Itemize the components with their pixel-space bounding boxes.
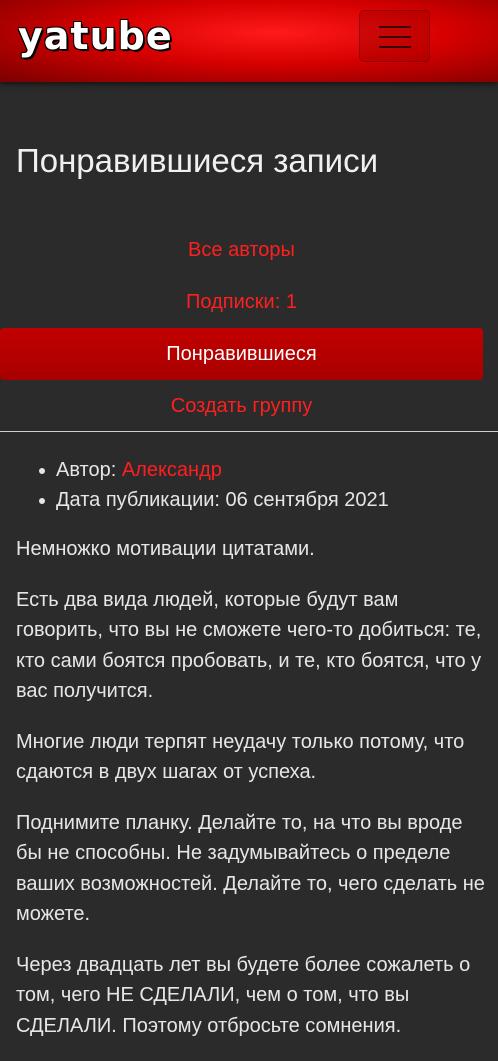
tab-create-group[interactable]: Создать группу: [0, 380, 483, 432]
date-label: Дата публикации:: [56, 489, 226, 511]
author-label: Автор:: [56, 459, 122, 481]
post-paragraph: Немножко мотивации цитатами.: [16, 538, 315, 560]
post-meta: Автор: Александр Дата публикации: 06 сен…: [36, 455, 389, 515]
hamburger-menu-icon: [379, 26, 411, 28]
page-title: Понравившиеся записи: [16, 142, 379, 179]
tab-navigation: Все авторы Подписки: 1 Понравившиеся Соз…: [0, 224, 498, 432]
tab-liked[interactable]: Понравившиеся: [0, 328, 483, 380]
post-date: Дата публикации: 06 сентября 2021: [36, 485, 389, 515]
post-paragraph: Многие люди терпят неудачу только потому…: [16, 730, 465, 784]
navbar: yatube: [0, 0, 498, 82]
tab-subscriptions[interactable]: Подписки: 1: [0, 276, 483, 328]
post-paragraph: Через двадцать лет вы будете более сожал…: [16, 953, 471, 1037]
divider: [0, 431, 498, 432]
tab-all-authors[interactable]: Все авторы: [0, 224, 483, 276]
hamburger-menu-button[interactable]: [359, 10, 430, 62]
site-logo[interactable]: yatube: [18, 14, 173, 58]
hamburger-menu-icon: [379, 36, 411, 38]
author-link[interactable]: Александр: [122, 459, 222, 481]
date-value: 06 сентября 2021: [225, 489, 389, 511]
hamburger-menu-icon: [379, 46, 411, 48]
post-paragraph: Есть два вида людей, которые будут вам г…: [16, 588, 482, 703]
post-paragraph: Поднимите планку. Делайте то, на что вы …: [16, 811, 485, 926]
post-body: Немножко мотивации цитатами. Есть два ви…: [16, 534, 486, 1061]
post-author: Автор: Александр: [36, 455, 389, 485]
